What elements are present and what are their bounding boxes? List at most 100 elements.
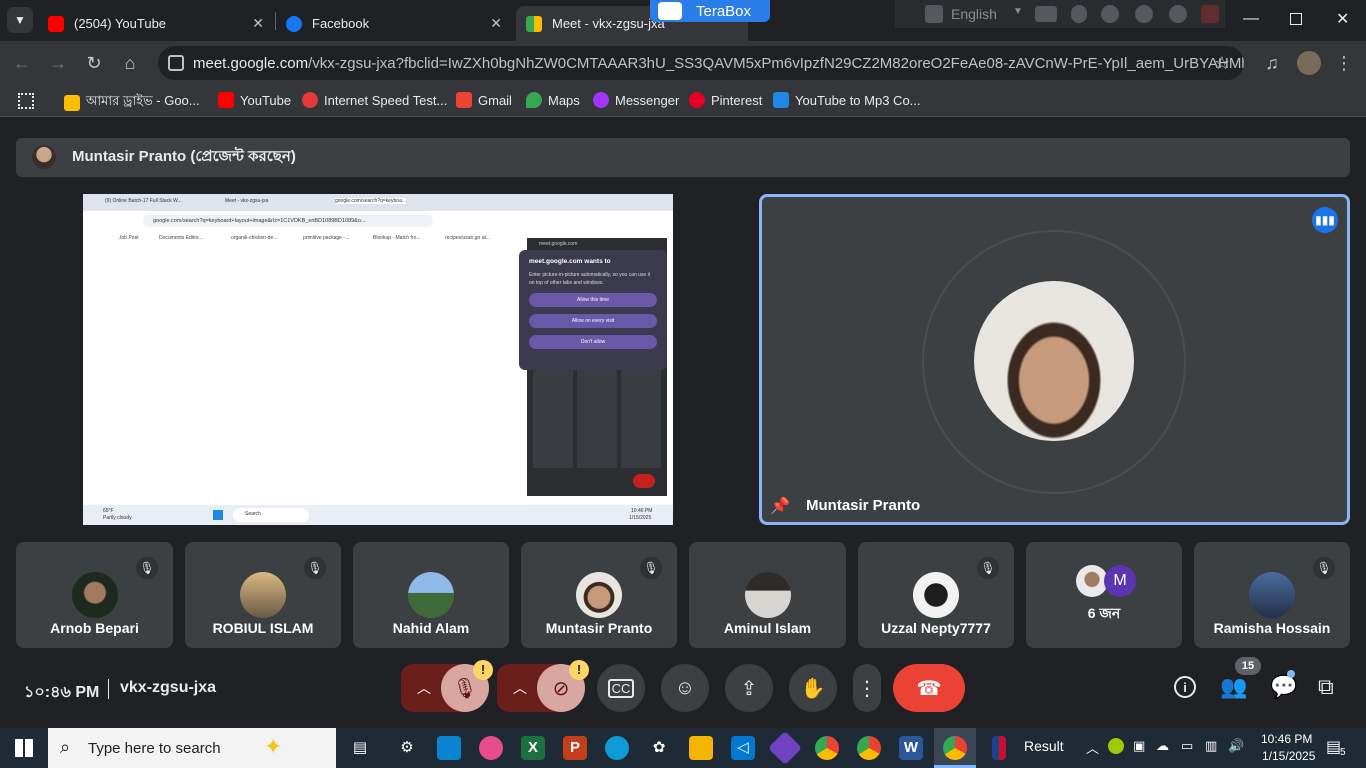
back-arrow-icon[interactable]: ← [10, 51, 34, 75]
taskbar-clock-time[interactable]: 10:46 PM [1261, 732, 1312, 746]
chevron-up-icon[interactable]: ︿ [1086, 738, 1099, 757]
taskbar-clock-date[interactable]: 1/15/2025 [1262, 749, 1315, 763]
windows-start-icon[interactable] [15, 739, 33, 757]
youtube-favicon-icon [48, 15, 64, 32]
leave-call-button[interactable]: ☎ [893, 664, 965, 712]
settings-icon[interactable] [1101, 5, 1119, 23]
vscode-icon[interactable]: ◁ [731, 736, 755, 760]
powerpoint-icon[interactable]: P [563, 736, 587, 760]
popup-description: Enter picture-in-picture automatically, … [529, 272, 651, 286]
task-view-icon[interactable]: ▤ [348, 736, 372, 760]
result-label[interactable]: Result [1024, 738, 1064, 754]
participant-name: Aminul Islam [723, 620, 812, 636]
shared-screen-presentation[interactable]: (9) Online Batch-17 Full Stack W... Meet… [83, 194, 673, 525]
shared-bookmark: Job Post [119, 235, 139, 241]
bookmark-yt-mp3[interactable]: YouTube to Mp3 Co... [773, 92, 921, 108]
bookmark-star-icon[interactable]: ☆ [1210, 51, 1234, 75]
file-explorer-icon[interactable] [689, 736, 713, 760]
chatgpt-icon[interactable]: ✿ [647, 736, 671, 760]
close-window-icon[interactable]: ✕ [1336, 9, 1349, 29]
participants-overflow-tile[interactable]: M 6 জন [1026, 542, 1182, 648]
close-icon[interactable]: ✕ [490, 15, 502, 32]
tab-facebook[interactable]: Facebook ✕ [276, 6, 512, 41]
taskbar-search-box[interactable]: ⌕ Type here to search ✦ [48, 728, 336, 768]
participant-tile[interactable]: Aminul Islam [689, 542, 846, 648]
volume-icon[interactable]: 🔊 [1228, 738, 1244, 754]
presenter-avatar [32, 145, 56, 169]
globe-icon[interactable] [1135, 5, 1153, 23]
pin-icon[interactable]: 📌 [770, 496, 790, 516]
info-icon[interactable]: i [1174, 676, 1196, 698]
microsoft-store-icon[interactable] [437, 736, 461, 760]
people-icon[interactable]: 👥 [1220, 674, 1247, 700]
mic-off-icon: 🎙 [452, 677, 478, 700]
copilot-icon[interactable] [605, 736, 629, 760]
chrome-active-taskbar-button[interactable] [934, 728, 976, 768]
reload-icon[interactable]: ↻ [82, 51, 106, 75]
bookmark-maps[interactable]: Maps [526, 92, 580, 108]
bookmark-youtube[interactable]: YouTube [218, 92, 291, 108]
git-tool-icon[interactable] [768, 731, 802, 765]
notification-icon[interactable]: ▤ [1326, 737, 1341, 757]
menu-kebab-icon[interactable]: ⋮ [1332, 51, 1356, 75]
settings-gear-icon[interactable]: ⚙ [395, 736, 419, 760]
restore-icon[interactable] [1290, 13, 1302, 25]
bookmark-speed-test[interactable]: Internet Speed Test... [302, 92, 447, 108]
minimize-icon[interactable]: — [1243, 10, 1259, 28]
meet-favicon-icon [526, 15, 542, 32]
network-icon[interactable]: ▥ [1205, 738, 1217, 754]
participant-avatar [744, 572, 791, 618]
participant-tile[interactable]: Nahid Alam [353, 542, 509, 648]
mic-off-icon: 🎙 [1313, 557, 1335, 579]
activities-icon[interactable]: ⧉ [1318, 674, 1334, 700]
participant-tile[interactable]: 🎙 Arnob Bepari [16, 542, 173, 648]
participant-tile[interactable]: 🎙 ROBIUL ISLAM [185, 542, 341, 648]
participant-avatar [71, 572, 118, 618]
more-options-button[interactable]: ⋮ [853, 664, 881, 712]
apps-grid-icon[interactable] [18, 93, 34, 109]
close-icon[interactable]: ✕ [252, 15, 264, 32]
spotlight-participant-tile[interactable]: ▮▮▮ 📌 Muntasir Pranto [759, 194, 1350, 525]
chat-icon[interactable]: 💬 [1270, 674, 1297, 700]
forward-arrow-icon[interactable]: → [46, 51, 70, 75]
address-bar[interactable]: meet.google.com/vkx-zgsu-jxa?fbclid=IwZX… [158, 46, 1244, 80]
bookmark-drive[interactable]: আমার ড্রাইভ - Goo... [64, 92, 200, 113]
excel-icon[interactable]: X [521, 736, 545, 760]
raise-hand-button[interactable]: ✋ [789, 664, 837, 712]
captions-button[interactable]: CC [597, 664, 645, 712]
nba-icon[interactable] [992, 736, 1006, 760]
word-icon[interactable]: W [899, 736, 923, 760]
participant-tile[interactable]: 🎙 Uzzal Nepty7777 [858, 542, 1014, 648]
site-settings-icon[interactable] [168, 55, 184, 71]
language-label[interactable]: English [951, 6, 997, 22]
bookmark-pinterest[interactable]: Pinterest [689, 92, 762, 108]
participant-name: Muntasir Pranto [545, 620, 653, 636]
terabox-overlay[interactable]: TeraBox [650, 0, 770, 22]
app-flower-icon[interactable] [479, 736, 503, 760]
mouse-icon[interactable] [1071, 5, 1087, 23]
close-icon[interactable] [1201, 5, 1219, 23]
participant-tile[interactable]: 🎙 Ramisha Hossain [1194, 542, 1350, 648]
home-icon[interactable]: ⌂ [118, 51, 142, 75]
profile-avatar[interactable] [1297, 51, 1321, 75]
participant-avatar [576, 572, 622, 618]
chrome-profile-icon[interactable] [857, 736, 881, 760]
tray-app-icon[interactable] [1108, 738, 1124, 754]
participant-tile[interactable]: 🎙 Muntasir Pranto [521, 542, 677, 648]
shared-bookmark: Documents Editor... [159, 235, 203, 241]
media-controls-icon[interactable]: ♫ [1260, 51, 1284, 75]
bookmark-gmail[interactable]: Gmail [456, 92, 512, 108]
chrome-icon[interactable] [815, 736, 839, 760]
tab-search-button[interactable]: ▼ [7, 7, 33, 33]
tab-youtube[interactable]: (2504) YouTube ✕ [38, 6, 274, 41]
meet-camera-icon[interactable]: ▣ [1133, 738, 1145, 754]
keyboard-icon[interactable] [1035, 6, 1057, 22]
help-icon[interactable] [1169, 5, 1187, 23]
present-button[interactable]: ⇪ [725, 664, 773, 712]
onedrive-cloud-icon[interactable]: ☁ [1156, 738, 1169, 754]
reactions-button[interactable]: ☺ [661, 664, 709, 712]
translate-icon[interactable] [925, 5, 943, 23]
screen-icon[interactable]: ▭ [1181, 738, 1193, 754]
bookmark-messenger[interactable]: Messenger [593, 92, 679, 108]
chevron-down-icon[interactable]: ▼ [1013, 6, 1023, 17]
